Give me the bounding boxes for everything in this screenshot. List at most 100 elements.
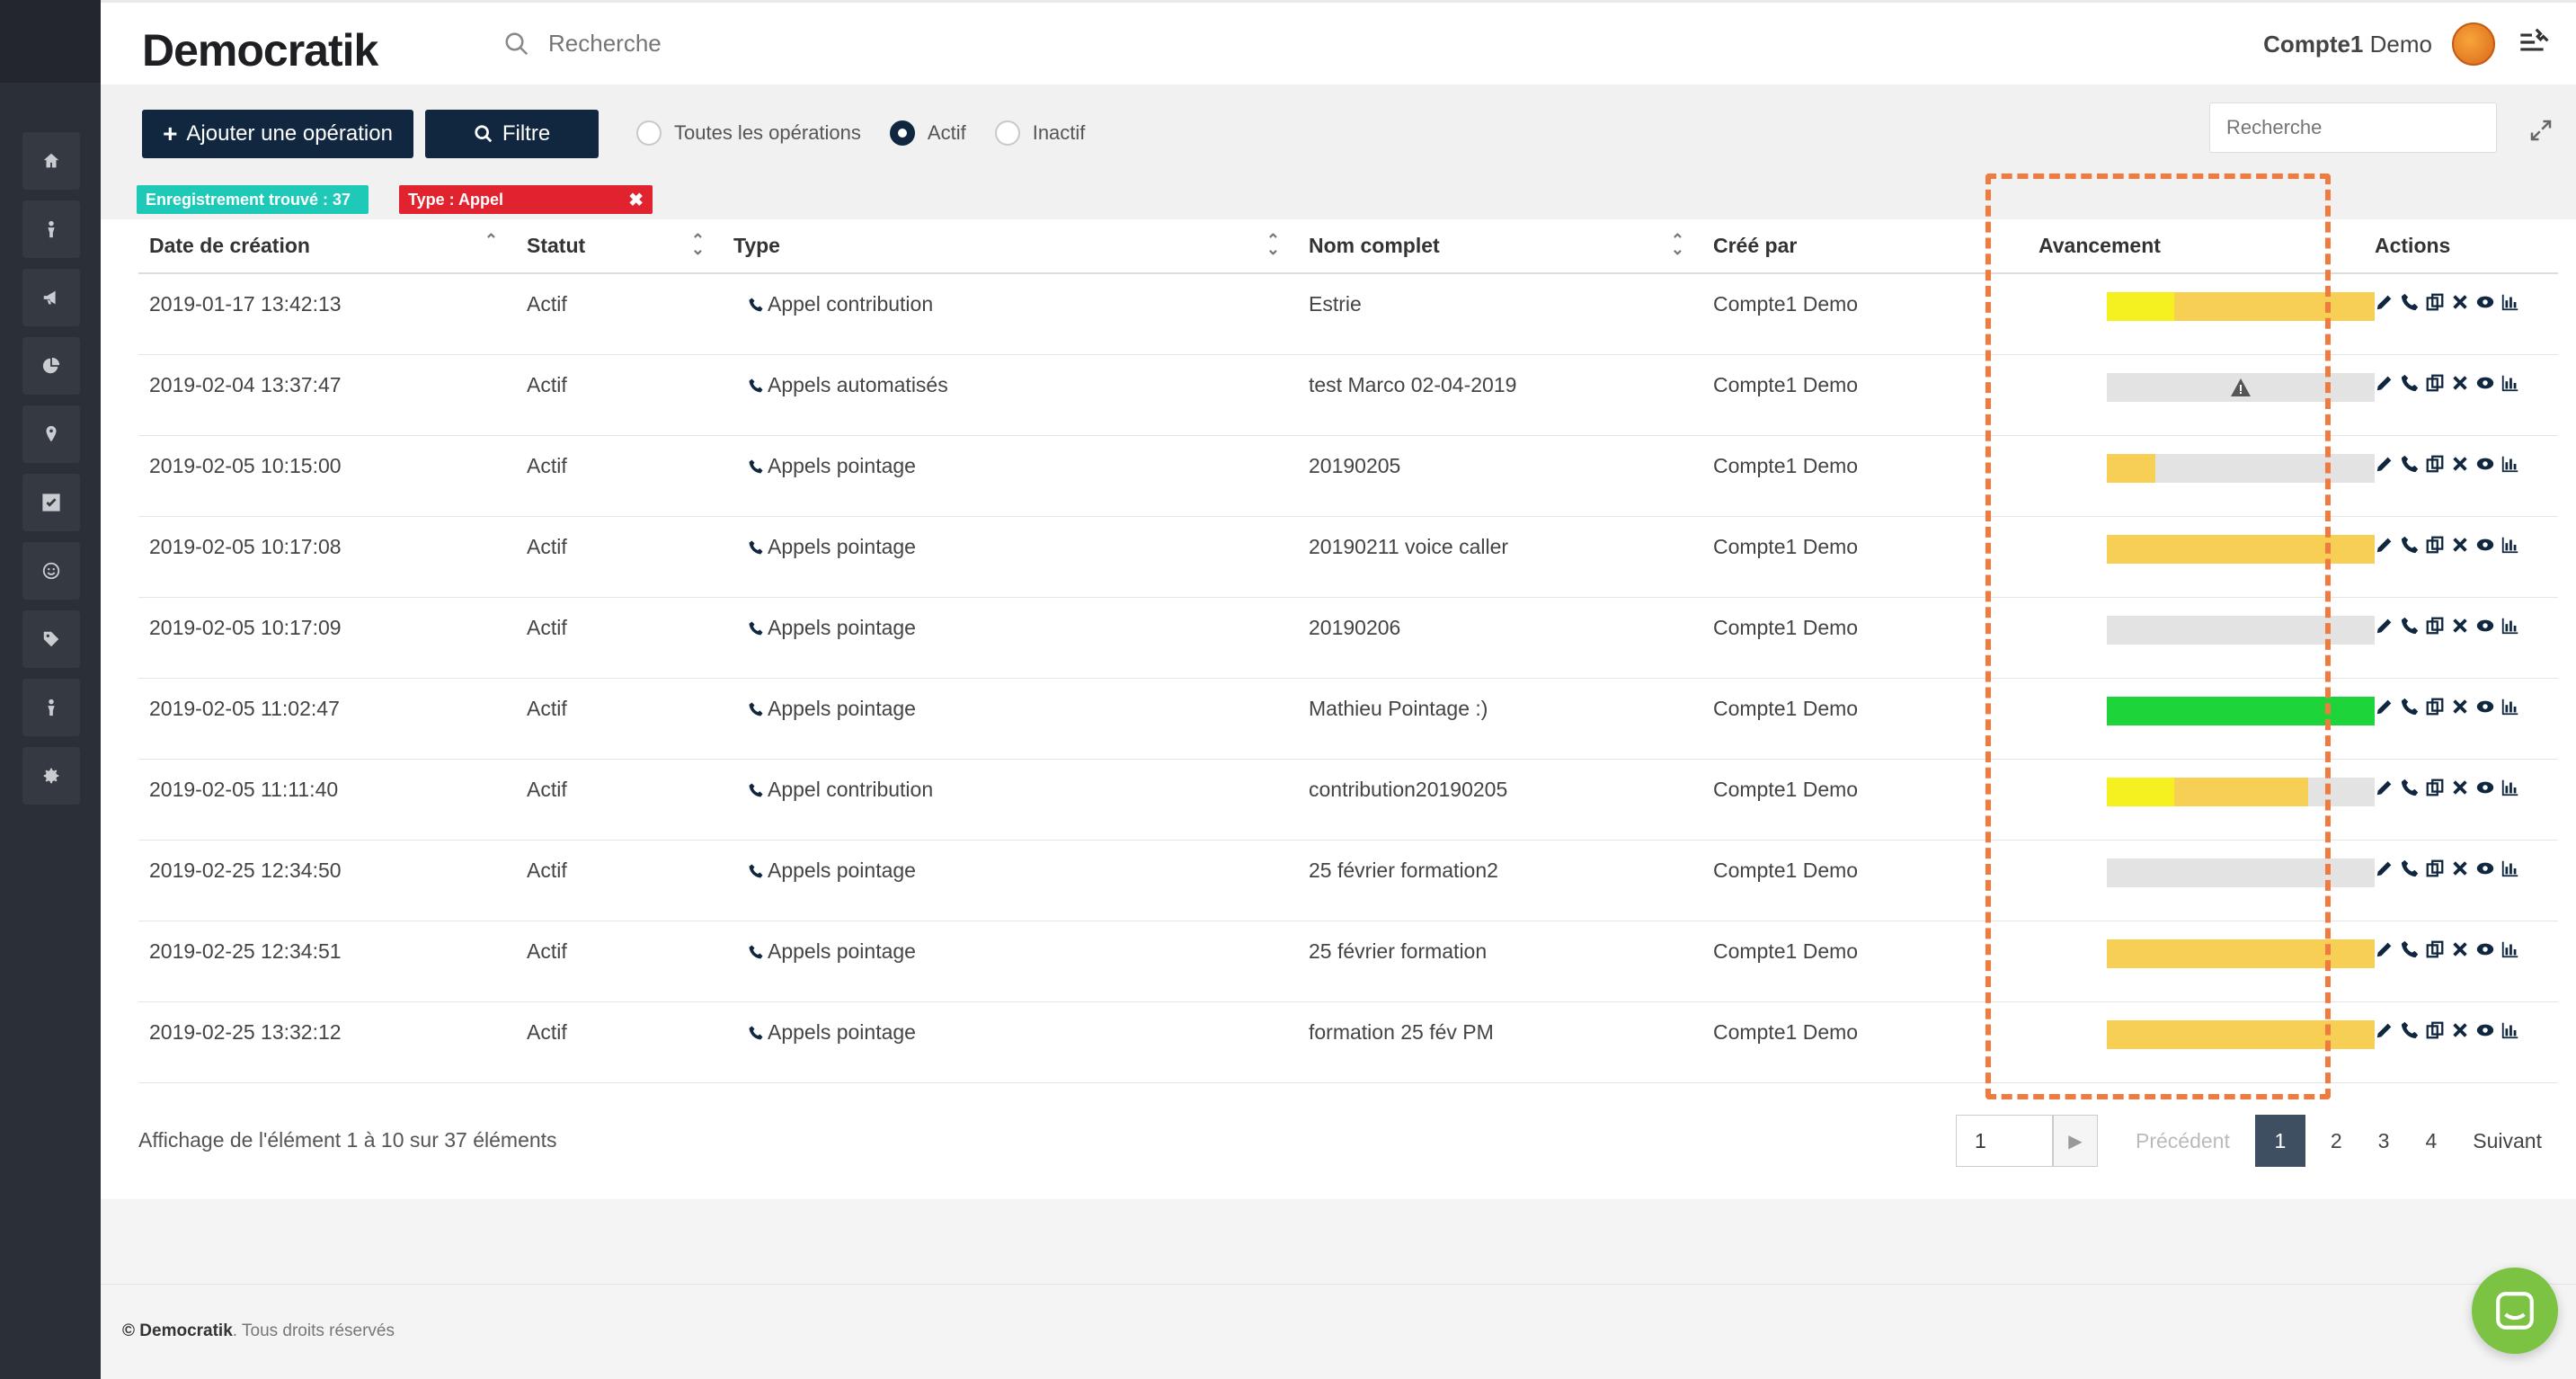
table-row[interactable]: 2019-02-05 11:11:40 Actif Appel contributi… bbox=[138, 759, 2558, 841]
sidebar-item-people[interactable] bbox=[22, 200, 80, 258]
delete-icon[interactable] bbox=[2450, 454, 2470, 474]
sidebar-item-home[interactable] bbox=[22, 132, 80, 190]
view-icon[interactable] bbox=[2475, 1020, 2495, 1040]
sidebar-item-settings[interactable] bbox=[22, 747, 80, 805]
copy-icon[interactable] bbox=[2425, 778, 2445, 797]
phone-icon[interactable] bbox=[2400, 697, 2420, 716]
phone-icon[interactable] bbox=[2400, 1020, 2420, 1040]
phone-icon[interactable] bbox=[2400, 859, 2420, 878]
copy-icon[interactable] bbox=[2425, 292, 2445, 312]
next-page-button[interactable]: Suivant bbox=[2455, 1129, 2560, 1153]
view-icon[interactable] bbox=[2475, 373, 2495, 393]
sidebar-item-tags[interactable] bbox=[22, 610, 80, 668]
edit-icon[interactable] bbox=[2375, 939, 2394, 959]
phone-icon[interactable] bbox=[2400, 939, 2420, 959]
menu-toggle[interactable] bbox=[2515, 25, 2549, 64]
stats-icon[interactable] bbox=[2500, 778, 2520, 797]
stats-icon[interactable] bbox=[2500, 697, 2520, 716]
page-number-input[interactable]: 1 bbox=[1956, 1115, 2053, 1167]
col-name[interactable]: Nom complet ⌃ ⌄ bbox=[1298, 219, 1702, 274]
edit-icon[interactable] bbox=[2375, 1020, 2394, 1040]
phone-icon[interactable] bbox=[2400, 535, 2420, 555]
radio-circle-selected[interactable] bbox=[889, 120, 915, 146]
sidebar-item-stats[interactable] bbox=[22, 337, 80, 395]
stats-icon[interactable] bbox=[2500, 859, 2520, 878]
copy-icon[interactable] bbox=[2425, 697, 2445, 716]
radio-inactive[interactable]: Inactif bbox=[994, 120, 1085, 146]
table-row[interactable]: 2019-02-25 12:34:51 Actif Appels pointage 2… bbox=[138, 921, 2558, 1002]
phone-icon[interactable] bbox=[2400, 778, 2420, 797]
view-icon[interactable] bbox=[2475, 939, 2495, 959]
edit-icon[interactable] bbox=[2375, 454, 2394, 474]
avatar[interactable] bbox=[2452, 22, 2495, 66]
sidebar-item-tasks[interactable] bbox=[22, 474, 80, 531]
chat-button[interactable] bbox=[2472, 1268, 2558, 1354]
table-row[interactable]: 2019-01-17 13:42:13 Actif Appel contributi… bbox=[138, 273, 2558, 355]
logo[interactable]: Democratik bbox=[142, 24, 378, 76]
phone-icon[interactable] bbox=[2400, 454, 2420, 474]
header-search[interactable] bbox=[503, 30, 998, 58]
col-status[interactable]: Statut ⌃ ⌄ bbox=[516, 219, 723, 274]
stats-icon[interactable] bbox=[2500, 535, 2520, 555]
delete-icon[interactable] bbox=[2450, 535, 2470, 555]
table-row[interactable]: 2019-02-05 10:17:08 Actif Appels pointage 2… bbox=[138, 516, 2558, 598]
radio-all-operations[interactable]: Toutes les opérations bbox=[636, 120, 861, 146]
copy-icon[interactable] bbox=[2425, 616, 2445, 636]
table-row[interactable]: 2019-02-25 12:34:50 Actif Appels pointage 2… bbox=[138, 840, 2558, 921]
view-icon[interactable] bbox=[2475, 616, 2495, 636]
table-search[interactable] bbox=[2209, 102, 2497, 153]
view-icon[interactable] bbox=[2475, 697, 2495, 716]
page-button[interactable]: 4 bbox=[2407, 1129, 2455, 1153]
page-button-current[interactable]: 1 bbox=[2254, 1115, 2305, 1167]
table-row[interactable]: 2019-02-25 13:32:12 Actif Appels pointage f… bbox=[138, 1001, 2558, 1083]
view-icon[interactable] bbox=[2475, 778, 2495, 797]
add-operation-button[interactable]: + Ajouter une opération bbox=[142, 110, 413, 158]
stats-icon[interactable] bbox=[2500, 616, 2520, 636]
edit-icon[interactable] bbox=[2375, 697, 2394, 716]
delete-icon[interactable] bbox=[2450, 1020, 2470, 1040]
col-type[interactable]: Type ⌃ ⌄ bbox=[723, 219, 1298, 274]
copy-icon[interactable] bbox=[2425, 373, 2445, 393]
table-row[interactable]: 2019-02-05 11:02:47 Actif Appels pointage M… bbox=[138, 678, 2558, 760]
table-search-input[interactable] bbox=[2226, 116, 2485, 139]
stats-icon[interactable] bbox=[2500, 373, 2520, 393]
delete-icon[interactable] bbox=[2450, 778, 2470, 797]
table-row[interactable]: 2019-02-05 10:17:09 Actif Appels pointage 2… bbox=[138, 597, 2558, 679]
header-search-input[interactable] bbox=[548, 30, 998, 58]
delete-icon[interactable] bbox=[2450, 939, 2470, 959]
view-icon[interactable] bbox=[2475, 859, 2495, 878]
user-name[interactable]: Compte1 Demo bbox=[2263, 31, 2432, 58]
edit-icon[interactable] bbox=[2375, 616, 2394, 636]
stats-icon[interactable] bbox=[2500, 454, 2520, 474]
stats-icon[interactable] bbox=[2500, 939, 2520, 959]
sidebar-item-map[interactable] bbox=[22, 405, 80, 463]
remove-filter-icon[interactable]: ✖ bbox=[628, 189, 644, 211]
stats-icon[interactable] bbox=[2500, 1020, 2520, 1040]
radio-circle[interactable] bbox=[636, 120, 662, 146]
copy-icon[interactable] bbox=[2425, 939, 2445, 959]
radio-active[interactable]: Actif bbox=[889, 120, 966, 146]
col-date[interactable]: Date de création ⌃ bbox=[138, 219, 516, 274]
edit-icon[interactable] bbox=[2375, 292, 2394, 312]
go-to-page-button[interactable]: ▶ bbox=[2053, 1115, 2098, 1167]
edit-icon[interactable] bbox=[2375, 859, 2394, 878]
copy-icon[interactable] bbox=[2425, 1020, 2445, 1040]
copy-icon[interactable] bbox=[2425, 454, 2445, 474]
previous-page-button[interactable]: Précédent bbox=[2118, 1129, 2248, 1153]
sidebar-item-users[interactable] bbox=[22, 679, 80, 736]
copy-icon[interactable] bbox=[2425, 535, 2445, 555]
delete-icon[interactable] bbox=[2450, 616, 2470, 636]
delete-icon[interactable] bbox=[2450, 859, 2470, 878]
edit-icon[interactable] bbox=[2375, 535, 2394, 555]
page-button[interactable]: 2 bbox=[2313, 1129, 2360, 1153]
delete-icon[interactable] bbox=[2450, 292, 2470, 312]
edit-icon[interactable] bbox=[2375, 373, 2394, 393]
filter-button[interactable]: Filtre bbox=[425, 110, 599, 158]
phone-icon[interactable] bbox=[2400, 292, 2420, 312]
view-icon[interactable] bbox=[2475, 454, 2495, 474]
sidebar-item-campaigns[interactable] bbox=[22, 269, 80, 326]
phone-icon[interactable] bbox=[2400, 616, 2420, 636]
table-row[interactable]: 2019-02-05 10:15:00 Actif Appels pointage 2… bbox=[138, 435, 2558, 517]
stats-icon[interactable] bbox=[2500, 292, 2520, 312]
edit-icon[interactable] bbox=[2375, 778, 2394, 797]
